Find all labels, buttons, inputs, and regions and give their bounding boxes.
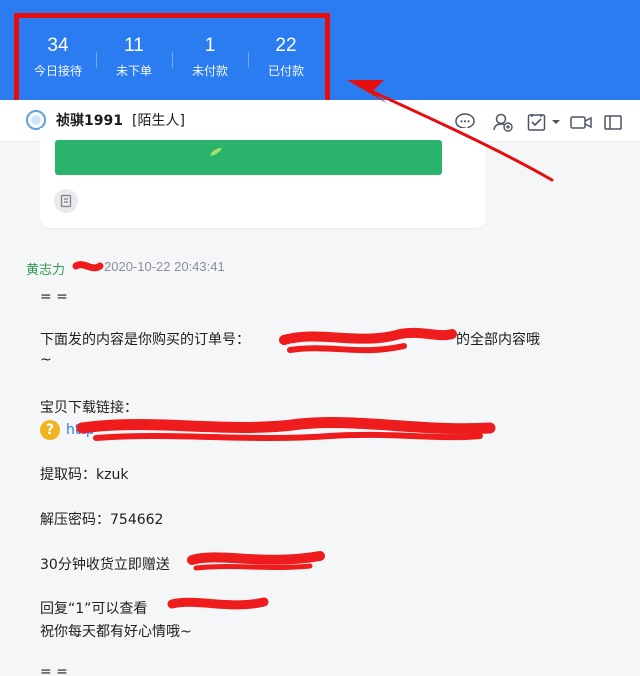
annotation-highlight-box xyxy=(14,13,330,106)
leaf-icon xyxy=(210,148,222,156)
file-icon[interactable] xyxy=(54,189,78,213)
message-wish: 祝你每天都有好心情哦~ xyxy=(40,624,192,640)
message-intro-prefix: 下面发的内容是你购买的订单号： xyxy=(40,332,250,348)
message-gift: 30分钟收货立即赠送 xyxy=(40,557,170,573)
message-reply-hint: 回复“1”可以查看 xyxy=(40,601,148,617)
message-tilde: ~ xyxy=(40,352,52,368)
contact-tag: [陌生人] xyxy=(132,113,185,129)
message-intro-suffix: 的全部内容哦 xyxy=(456,332,540,348)
window-icon[interactable] xyxy=(600,110,626,134)
video-icon[interactable] xyxy=(568,110,594,134)
contact-name[interactable]: 祯骐1991 xyxy=(56,110,123,130)
chevron-down-icon[interactable] xyxy=(550,110,562,134)
checklist-icon[interactable] xyxy=(524,110,550,134)
message-separator: = = xyxy=(40,289,68,305)
add-contact-icon[interactable] xyxy=(490,110,516,134)
message-separator-end: = = xyxy=(40,664,68,676)
message-sender[interactable]: 黄志力 xyxy=(26,259,65,278)
contact-avatar xyxy=(26,110,46,130)
download-link[interactable]: http xyxy=(66,420,95,440)
message-extract-code: 提取码：kzuk xyxy=(40,467,129,483)
card-action-button[interactable] xyxy=(55,140,442,175)
help-icon[interactable]: ? xyxy=(40,420,60,440)
message-timestamp: 2020-10-22 20:43:41 xyxy=(104,259,225,274)
message-download-label: 宝贝下载链接： xyxy=(40,400,138,416)
message-unzip-password: 解压密码：754662 xyxy=(40,512,164,528)
